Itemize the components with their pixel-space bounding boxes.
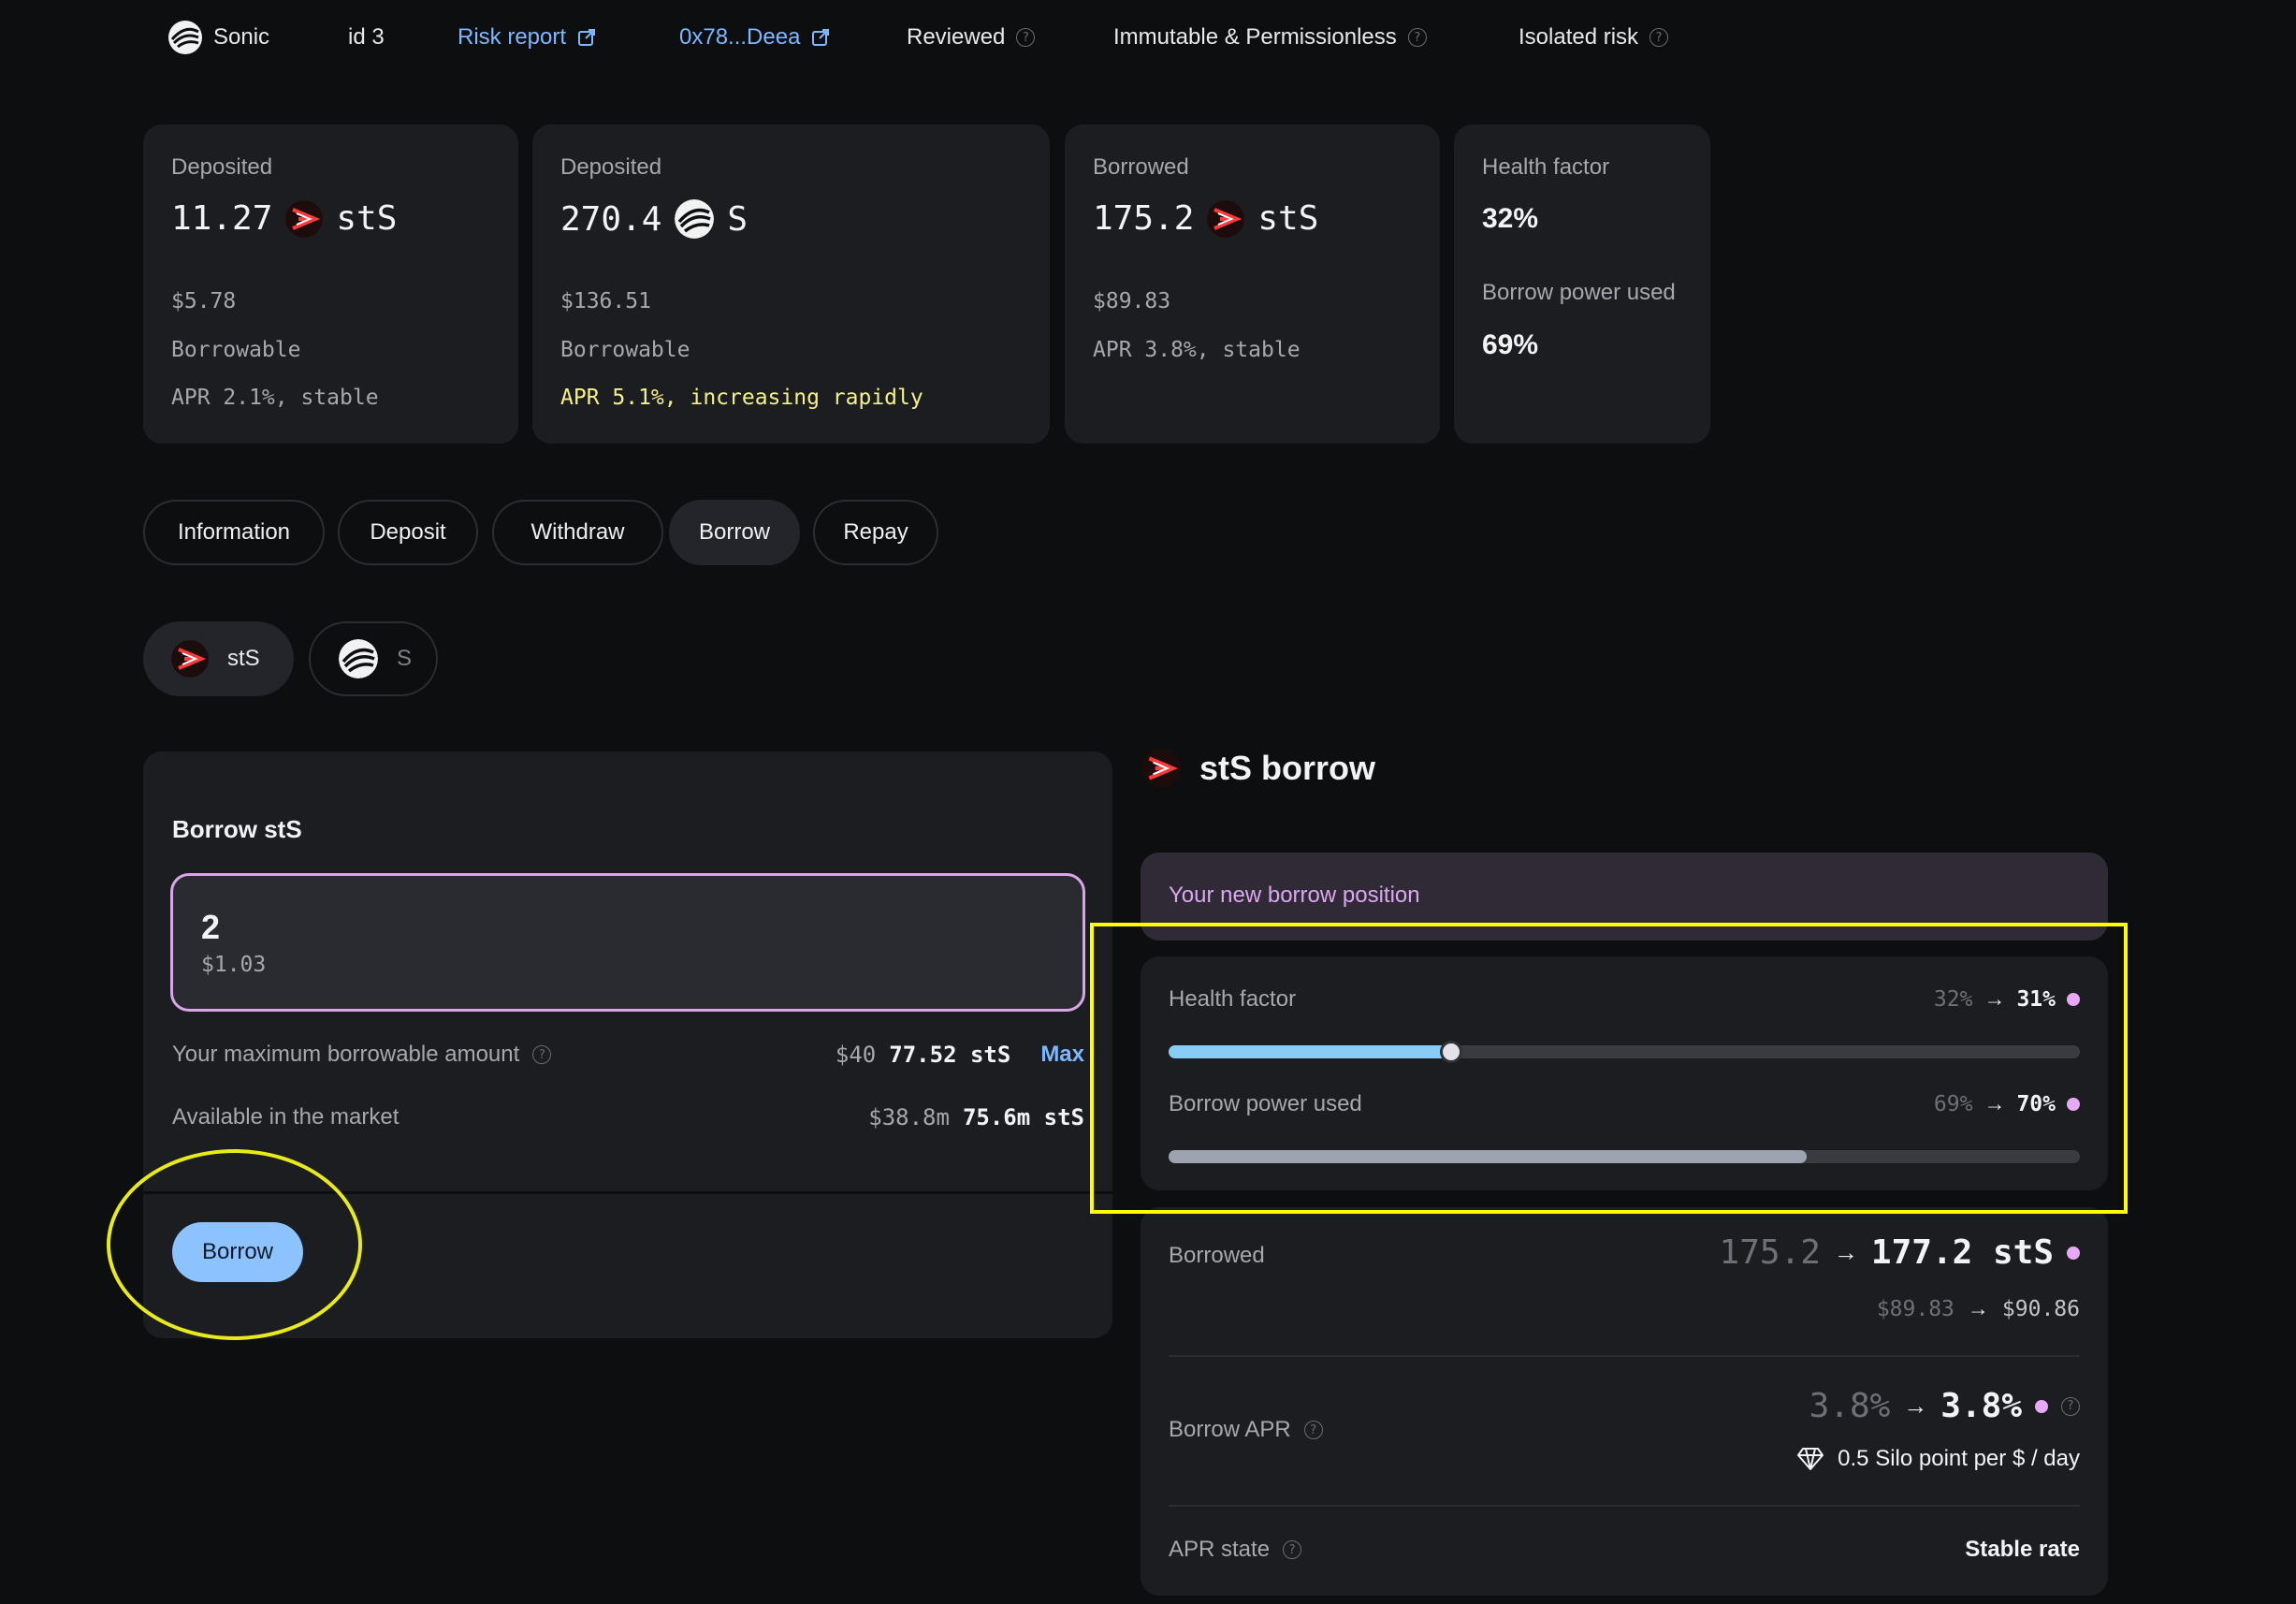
deposited-s-amount: 270.4 [560, 199, 662, 239]
available-row: Available in the market $38.8m 75.6m stS [172, 1104, 1084, 1130]
borrow-power-label: Borrow power used [1482, 280, 1676, 305]
available-amount: 75.6m stS [962, 1104, 1084, 1130]
s-token-icon [675, 199, 715, 239]
apr-state-label: APR state ? [1169, 1537, 1302, 1563]
tab-information[interactable]: Information [143, 500, 325, 565]
highlight-ellipse [107, 1149, 362, 1340]
help-icon[interactable]: ? [1016, 28, 1036, 47]
help-icon[interactable]: ? [1303, 1421, 1323, 1439]
position-details: Borrowed 175.2 → 177.2 stS $89.83 → $90.… [1141, 1207, 2108, 1596]
deposited-sts-usd: $5.78 [171, 289, 237, 314]
apr-state-value: Stable rate [1965, 1537, 2080, 1562]
divider [1169, 1505, 2080, 1507]
amount-usd: $1.03 [201, 953, 267, 977]
asset-s-button[interactable]: S [309, 621, 438, 696]
deposited-sts-amount: 11.27 [171, 199, 273, 238]
borrowed-usd-change: $89.83 → $90.86 [1876, 1296, 2080, 1321]
tab-withdraw[interactable]: Withdraw [492, 500, 663, 565]
help-icon[interactable]: ? [2061, 1396, 2080, 1416]
max-borrowable-row: Your maximum borrowable amount ? $40 77.… [172, 1042, 1084, 1068]
status-dot [2035, 1399, 2048, 1413]
borrow-apr-label: Borrow APR ? [1169, 1417, 1323, 1443]
deposited-s-apr: APR 5.1%, increasing rapidly [560, 386, 923, 410]
network-chip: Sonic [168, 21, 269, 54]
token-symbol: S [727, 199, 748, 239]
tab-deposit[interactable]: Deposit [338, 500, 478, 565]
highlight-rectangle [1090, 923, 2128, 1214]
borrowed-label: Borrowed [1169, 1243, 1265, 1268]
external-link-icon [578, 29, 596, 46]
health-factor-value: 32% [1482, 203, 1539, 234]
available-usd: $38.8m [868, 1104, 950, 1130]
silo-points: 0.5 Silo point per $ / day [1796, 1446, 2080, 1472]
sonic-logo-icon [168, 21, 202, 54]
tab-borrow[interactable]: Borrow [669, 500, 800, 565]
asset-sts-button[interactable]: stS [143, 621, 294, 696]
s-token-icon [339, 639, 378, 678]
borrow-apr-change: 3.8% → 3.8% ? [1809, 1387, 2080, 1425]
help-icon[interactable]: ? [532, 1045, 552, 1064]
deposited-s-card: Deposited 270.4 S $136.51 Borrowable APR… [532, 124, 1050, 444]
max-button[interactable]: Max [1040, 1042, 1084, 1068]
external-link-icon [812, 29, 830, 46]
sts-token-icon [171, 640, 209, 678]
deposited-sts-card: Deposited 11.27 stS $5.78 Borrowable APR… [143, 124, 518, 444]
tab-repay[interactable]: Repay [813, 500, 938, 565]
borrowable-status: Borrowable [560, 338, 690, 362]
help-icon[interactable]: ? [1283, 1540, 1302, 1559]
max-usd: $40 [835, 1042, 877, 1068]
token-symbol: stS [336, 199, 398, 238]
status-dot [2067, 1246, 2080, 1260]
borrowed-usd: $89.83 [1093, 289, 1171, 314]
borrowed-card: Borrowed 175.2 stS $89.83 APR 3.8%, stab… [1065, 124, 1440, 444]
borrowed-change: 175.2 → 177.2 stS [1720, 1233, 2080, 1272]
help-icon[interactable]: ? [1649, 28, 1669, 47]
reviewed-badge: Reviewed ? [907, 24, 1036, 51]
arrow-right-icon: → [1967, 1296, 1989, 1320]
arrow-right-icon: → [1833, 1238, 1858, 1266]
market-id: id 3 [348, 24, 385, 50]
deposited-s-usd: $136.51 [560, 289, 651, 314]
borrowed-amount: 175.2 [1093, 199, 1195, 238]
position-title: stS borrow [1141, 749, 1375, 788]
deposited-sts-apr: APR 2.1%, stable [171, 386, 379, 410]
network-name: Sonic [213, 24, 270, 50]
borrow-amount-input[interactable]: 2 $1.03 [170, 873, 1085, 1012]
token-symbol: stS [1257, 199, 1319, 238]
immutable-badge: Immutable & Permissionless ? [1113, 24, 1427, 51]
sts-token-icon [285, 199, 324, 238]
risk-report-link[interactable]: Risk report [458, 24, 596, 51]
sts-token-icon [1207, 199, 1245, 238]
arrow-right-icon: → [1903, 1392, 1928, 1420]
borrow-power-value: 69% [1482, 329, 1539, 360]
diamond-icon [1797, 1448, 1824, 1470]
address-link[interactable]: 0x78...Deea [679, 24, 830, 51]
form-title: Borrow stS [172, 815, 302, 843]
borrowed-apr: APR 3.8%, stable [1093, 338, 1301, 362]
sts-token-icon [1141, 749, 1181, 788]
amount-value: 2 [201, 908, 221, 946]
borrowable-status: Borrowable [171, 338, 301, 362]
divider [1169, 1355, 2080, 1357]
max-amount: 77.52 stS [889, 1042, 1011, 1068]
help-icon[interactable]: ? [1407, 28, 1427, 47]
isolated-risk-badge: Isolated risk ? [1519, 24, 1669, 51]
health-card: Health factor 32% Borrow power used 69% [1454, 124, 1710, 444]
